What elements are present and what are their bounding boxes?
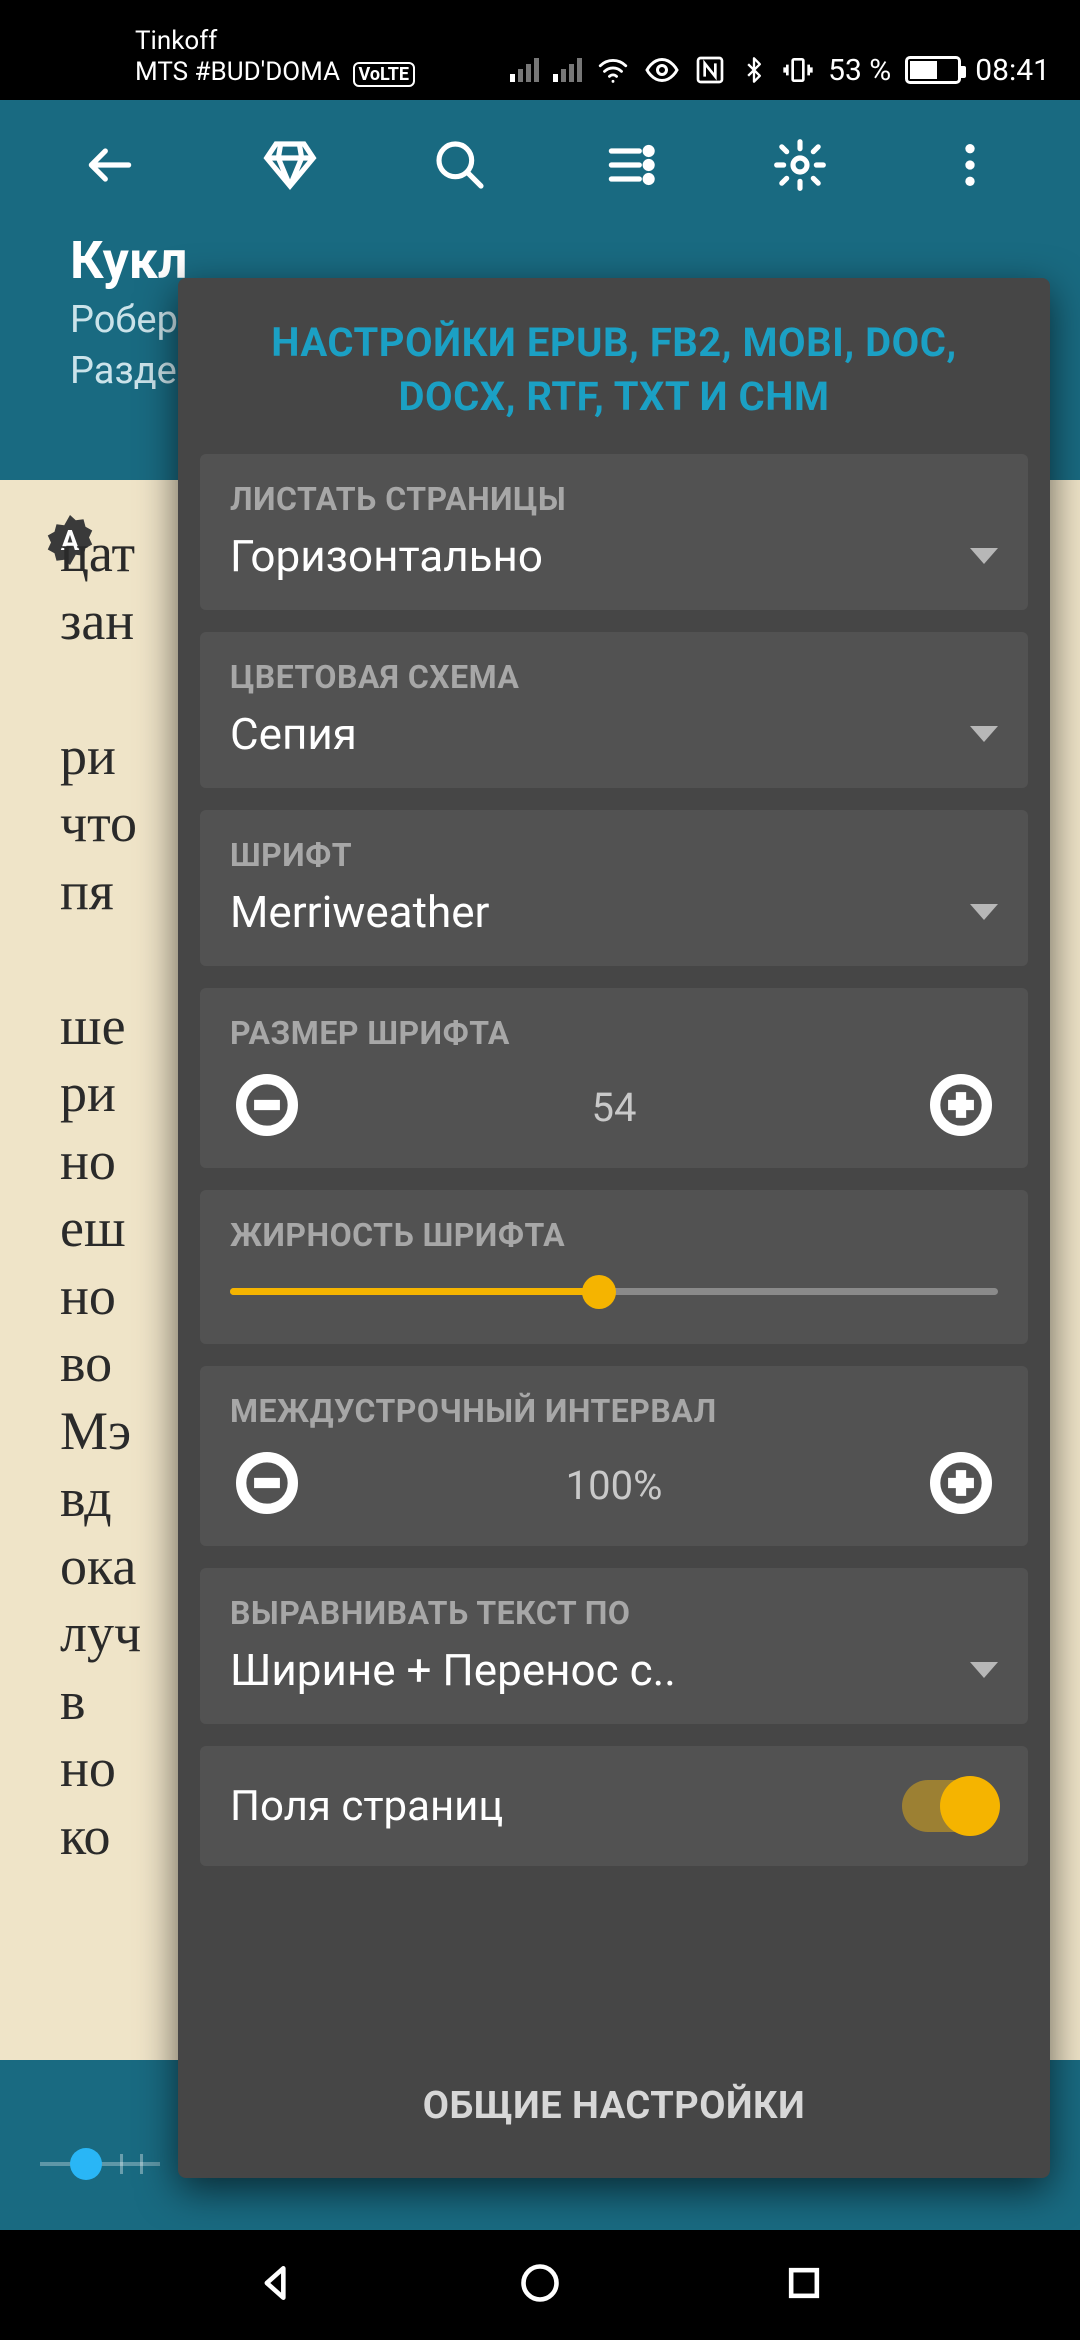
nav-home-icon[interactable] [518, 2261, 562, 2309]
signal-2-icon [553, 58, 582, 82]
nav-back-icon[interactable] [254, 2261, 298, 2309]
text-align-select[interactable]: ВЫРАВНИВАТЬ ТЕКСТ ПО Ширине + Перенос с.… [200, 1568, 1028, 1724]
font-size-label: РАЗМЕР ШРИФТА [230, 1014, 998, 1052]
toolbar [0, 100, 1080, 230]
text-align-label: ВЫРАВНИВАТЬ ТЕКСТ ПО [230, 1594, 998, 1632]
font-value: Merriweather [230, 886, 489, 938]
font-size-decrease-button[interactable] [236, 1074, 298, 1140]
line-spacing-decrease-button[interactable] [236, 1452, 298, 1518]
battery-percent: 53 % [828, 53, 891, 88]
paging-select[interactable]: ЛИСТАТЬ СТРАНИЦЫ Горизонтально [200, 454, 1028, 610]
progress-tick [120, 2154, 123, 2174]
progress-thumb[interactable] [70, 2148, 102, 2180]
page-margins-label: Поля страниц [230, 1782, 503, 1831]
status-carriers: Tinkoff MTS #BUD'DOMA VoLTE [135, 26, 415, 88]
wifi-icon [596, 53, 630, 87]
status-icons: 53 % 08:41 [510, 52, 1050, 88]
dialog-title: НАСТРОЙКИ EPUB, FB2, MOBI, DOC, DOCX, RT… [178, 278, 1050, 454]
font-select[interactable]: ШРИФТ Merriweather [200, 810, 1028, 966]
reader-settings-dialog: НАСТРОЙКИ EPUB, FB2, MOBI, DOC, DOCX, RT… [178, 278, 1050, 2178]
line-spacing-label: МЕЖДУСТРОЧНЫЙ ИНТЕРВАЛ [230, 1392, 998, 1430]
carrier-1: Tinkoff [135, 26, 415, 57]
text-align-value: Ширине + Перенос с.. [230, 1644, 676, 1696]
page-margins-toggle[interactable] [902, 1780, 998, 1832]
battery-icon [905, 56, 961, 84]
font-weight-label: ЖИРНОСТЬ ШРИФТА [230, 1216, 998, 1254]
line-spacing-stepper: МЕЖДУСТРОЧНЫЙ ИНТЕРВАЛ 100% [200, 1366, 1028, 1546]
chevron-down-icon [970, 726, 998, 742]
signal-1-icon [510, 58, 539, 82]
line-spacing-increase-button[interactable] [930, 1452, 992, 1518]
toc-button[interactable] [580, 115, 680, 215]
progress-tick [140, 2154, 143, 2174]
overflow-button[interactable] [920, 115, 1020, 215]
nav-recents-icon[interactable] [782, 2261, 826, 2309]
status-bar: Tinkoff MTS #BUD'DOMA VoLTE 53 % 08:41 [0, 0, 1080, 100]
color-scheme-select[interactable]: ЦВЕТОВАЯ СХЕМА Сепия [200, 632, 1028, 788]
font-size-value: 54 [592, 1084, 637, 1131]
back-button[interactable] [60, 115, 160, 215]
bluetooth-icon [740, 56, 768, 84]
clock: 08:41 [975, 53, 1050, 88]
eye-icon [644, 52, 680, 88]
line-spacing-value: 100% [566, 1462, 663, 1509]
chevron-down-icon [970, 1662, 998, 1678]
font-weight-slider[interactable] [230, 1266, 998, 1316]
paging-label: ЛИСТАТЬ СТРАНИЦЫ [230, 480, 998, 518]
vibrate-icon [782, 54, 814, 86]
font-size-stepper: РАЗМЕР ШРИФТА 54 [200, 988, 1028, 1168]
page-margins-toggle-row: Поля страниц [200, 1746, 1028, 1866]
color-value: Сепия [230, 708, 357, 760]
general-settings-button[interactable]: ОБЩИЕ НАСТРОЙКИ [423, 2084, 805, 2128]
settings-button[interactable] [750, 115, 850, 215]
chevron-down-icon [970, 904, 998, 920]
dialog-footer: ОБЩИЕ НАСТРОЙКИ [178, 2040, 1050, 2178]
color-label: ЦВЕТОВАЯ СХЕМА [230, 658, 998, 696]
nfc-icon [694, 54, 726, 86]
paging-value: Горизонтально [230, 530, 543, 582]
diamond-icon[interactable] [240, 115, 340, 215]
android-navbar [0, 2230, 1080, 2340]
carrier-2: MTS #BUD'DOMA VoLTE [135, 57, 415, 88]
font-weight-slider-section: ЖИРНОСТЬ ШРИФТА [200, 1190, 1028, 1344]
chevron-down-icon [970, 548, 998, 564]
search-button[interactable] [410, 115, 510, 215]
font-size-increase-button[interactable] [930, 1074, 992, 1140]
volte-badge: VoLTE [353, 62, 416, 88]
font-label: ШРИФТ [230, 836, 998, 874]
